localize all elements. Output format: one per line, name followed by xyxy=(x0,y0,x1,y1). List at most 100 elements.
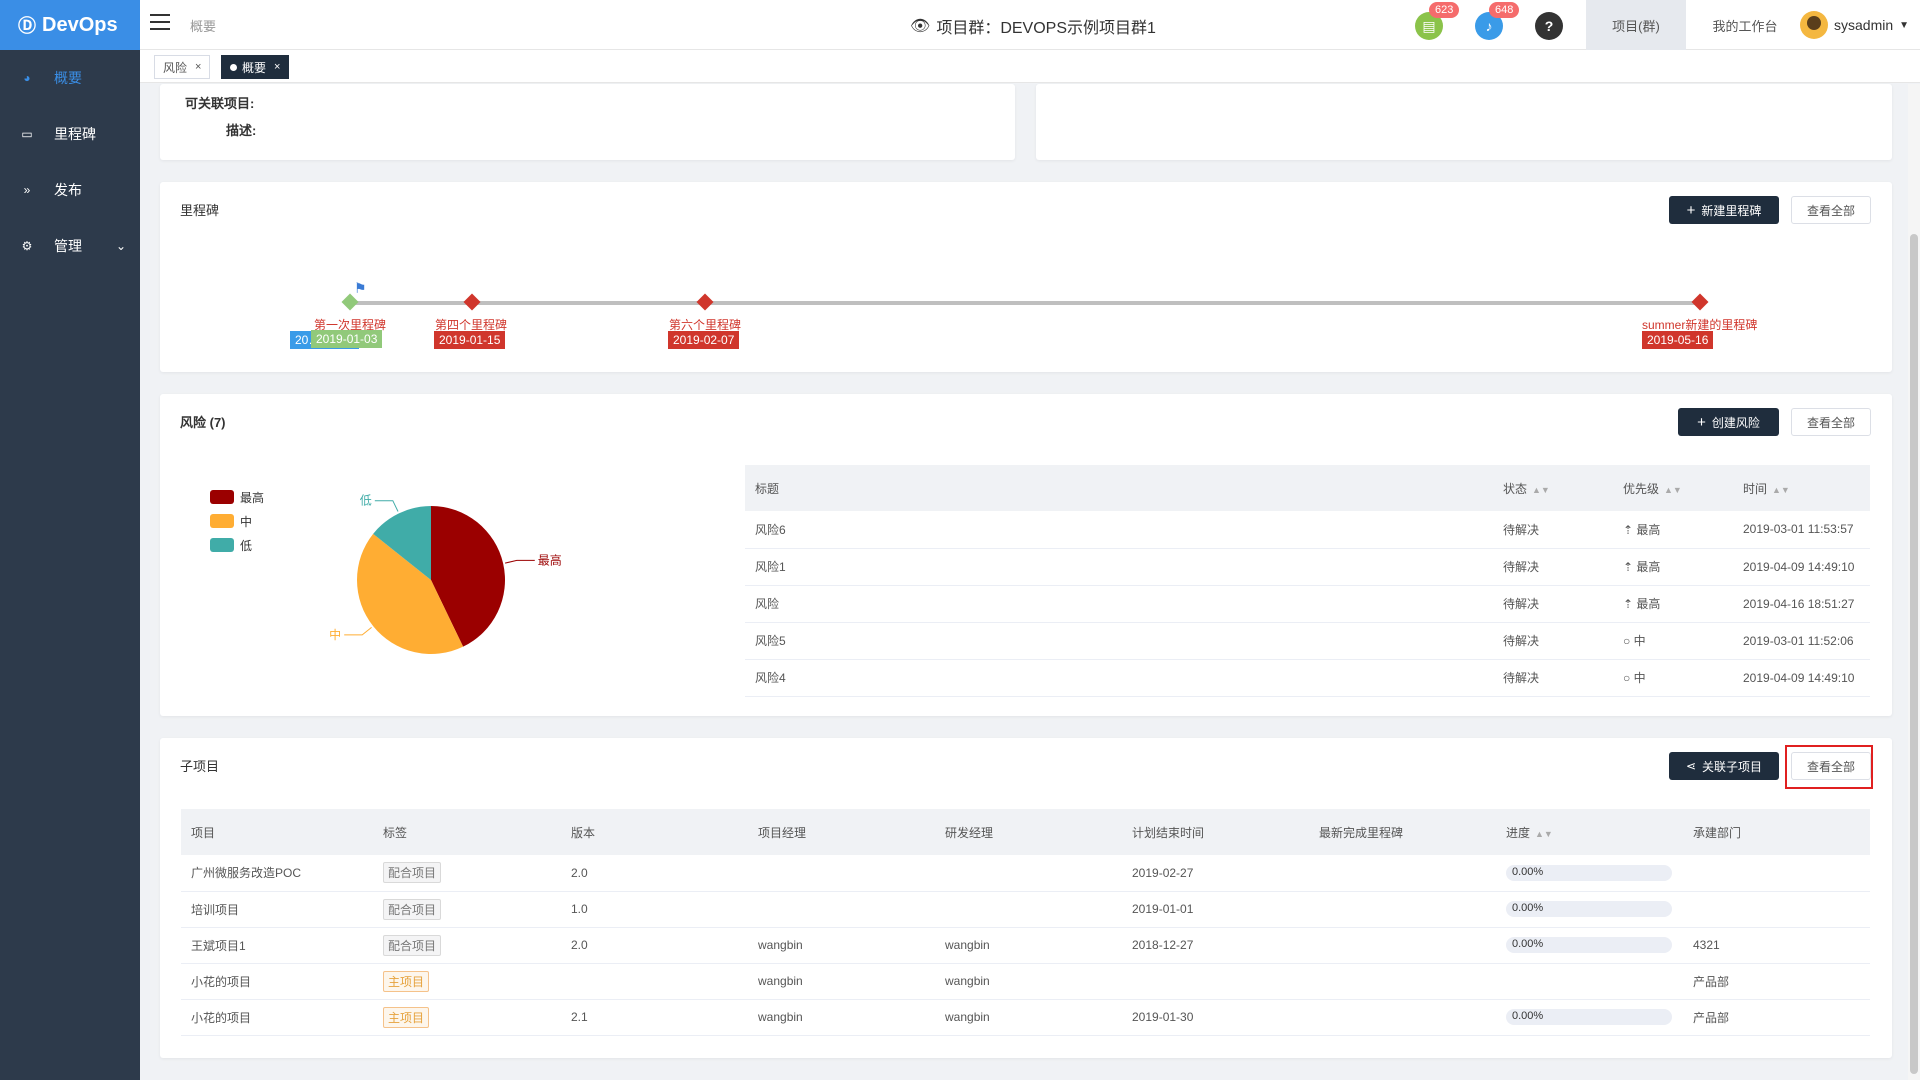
project-name-cell[interactable]: 王斌项目1 xyxy=(181,927,373,964)
progress-cell: 0.00% xyxy=(1496,891,1683,928)
dept-cell: 4321 xyxy=(1683,927,1870,964)
tag-badge: 配合项目 xyxy=(383,862,442,884)
risk-title-cell[interactable]: 风险1 xyxy=(745,548,1493,586)
progress-bar: 0.00% xyxy=(1506,1009,1672,1025)
milestone-cell xyxy=(1309,999,1496,1036)
risk-priority-cell: ○ 中 xyxy=(1613,659,1733,697)
progress-cell: 0.00% xyxy=(1496,855,1683,892)
user-menu[interactable]: sysadmin ▼ xyxy=(1800,11,1909,39)
legend-item[interactable]: 中 xyxy=(210,509,264,533)
milestone-title: 里程碑 xyxy=(180,203,220,218)
risk-title-cell[interactable]: 风险6 xyxy=(745,511,1493,549)
column-header-progress[interactable]: 进度 ▲▼ xyxy=(1496,809,1683,855)
dm-cell: wangbin xyxy=(935,999,1122,1036)
circle-icon: ○ xyxy=(1623,634,1634,648)
username: sysadmin xyxy=(1834,17,1894,33)
risk-title-cell[interactable]: 风险 xyxy=(745,585,1493,623)
table-row[interactable]: 风险 待解决 ⇡ 最高 2019-04-16 18:51:27 xyxy=(745,585,1870,623)
menu-toggle-icon[interactable] xyxy=(150,14,170,34)
dept-cell: 产品部 xyxy=(1683,963,1870,1000)
table-row[interactable]: 小花的项目 主项目 2.1 wangbin wangbin 2019-01-30… xyxy=(181,999,1870,1036)
view-all-milestones-button[interactable]: 查看全部 xyxy=(1791,196,1871,224)
column-header-priority[interactable]: 优先级 ▲▼ xyxy=(1613,465,1733,511)
help-icon[interactable]: ? xyxy=(1535,12,1563,40)
table-row[interactable]: 王斌项目1 配合项目 2.0 wangbin wangbin 2018-12-2… xyxy=(181,927,1870,964)
doc-count-badge: 623 xyxy=(1429,2,1460,18)
share-icon: ⋖ xyxy=(1685,759,1697,773)
link-subproject-button[interactable]: ⋖ 关联子项目 xyxy=(1669,752,1779,780)
subproject-title: 子项目 xyxy=(180,759,220,774)
pm-cell: wangbin xyxy=(748,999,935,1036)
dm-cell xyxy=(935,855,1122,892)
project-name-cell[interactable]: 培训项目 xyxy=(181,891,373,928)
milestone-cell xyxy=(1309,891,1496,928)
sidebar-item-release[interactable]: » 发布 xyxy=(0,162,140,218)
arrow-up-icon: ⇡ xyxy=(1623,597,1637,611)
brand-logo[interactable]: Ⓓ DevOps xyxy=(0,0,140,50)
tab-project-group[interactable]: 项目(群) xyxy=(1586,0,1686,50)
legend-swatch xyxy=(210,538,234,552)
bell-icon[interactable]: ♪ 648 xyxy=(1475,2,1520,40)
chevron-down-icon: ⌄ xyxy=(115,239,126,253)
risk-priority-cell: ⇡ 最高 xyxy=(1613,511,1733,549)
close-icon[interactable]: × xyxy=(274,61,280,73)
page-scrollbar[interactable] xyxy=(1908,84,1920,1080)
risk-title-cell[interactable]: 风险5 xyxy=(745,622,1493,660)
table-row[interactable]: 小花的项目 主项目 wangbin wangbin 产品部 xyxy=(181,963,1870,1000)
risk-title-cell[interactable]: 风险4 xyxy=(745,659,1493,697)
sort-icon: ▲▼ xyxy=(1532,484,1550,495)
table-row[interactable]: 风险5 待解决 ○ 中 2019-03-01 11:52:06 xyxy=(745,622,1870,660)
tag-cell: 配合项目 xyxy=(373,891,561,928)
table-row[interactable]: 广州微服务改造POC 配合项目 2.0 2019-02-27 0.00% xyxy=(181,855,1870,892)
table-row[interactable]: 风险4 待解决 ○ 中 2019-04-09 14:49:10 xyxy=(745,659,1870,697)
description-label: 描述: xyxy=(226,123,257,138)
project-name-cell[interactable]: 广州微服务改造POC xyxy=(181,855,373,892)
progress-cell: 0.00% xyxy=(1496,927,1683,964)
sidebar-item-milestones[interactable]: ▭ 里程碑 xyxy=(0,106,140,162)
new-milestone-button[interactable]: + 新建里程碑 xyxy=(1669,196,1779,224)
risk-chart-legend: 最高 中 低 xyxy=(210,485,264,557)
sort-icon: ▲▼ xyxy=(1535,828,1553,839)
legend-item[interactable]: 低 xyxy=(210,533,264,557)
project-info-card: 可关联项目: 描述: xyxy=(160,84,1015,160)
table-row[interactable]: 风险6 待解决 ⇡ 最高 2019-03-01 11:53:57 xyxy=(745,511,1870,549)
todo-doc-icon[interactable]: ▤ 623 xyxy=(1415,2,1460,40)
arrow-up-icon: ⇡ xyxy=(1623,560,1637,574)
highlight-box xyxy=(1785,745,1873,789)
progress-bar: 0.00% xyxy=(1506,864,1672,881)
legend-item[interactable]: 最高 xyxy=(210,485,264,509)
sidebar-nav: ◕ 概要 ▭ 里程碑 » 发布 ⚙ 管理 ⌄ xyxy=(0,50,140,274)
risk-priority-cell: ⇡ 最高 xyxy=(1613,585,1733,623)
project-name-cell[interactable]: 小花的项目 xyxy=(181,999,373,1036)
risk-time-cell: 2019-04-09 14:49:10 xyxy=(1733,548,1870,586)
dm-cell xyxy=(935,891,1122,928)
risk-pie-chart: 最高中 低 xyxy=(329,494,562,654)
sidebar-item-manage[interactable]: ⚙ 管理 ⌄ xyxy=(0,218,140,274)
create-risk-button[interactable]: + 创建风险 xyxy=(1678,408,1779,436)
column-header-time[interactable]: 时间 ▲▼ xyxy=(1733,465,1870,511)
close-icon[interactable]: × xyxy=(195,61,201,73)
sidebar-item-label: 概要 xyxy=(54,70,82,86)
sidebar-item-overview[interactable]: ◕ 概要 xyxy=(0,50,140,106)
column-header-status[interactable]: 状态 ▲▼ xyxy=(1493,465,1613,511)
subproject-table: 项目 标签 版本 项目经理 研发经理 计划结束时间 最新完成里程碑 进度 ▲▼ 承… xyxy=(181,809,1870,1036)
milestone-date: 2019-01-03 xyxy=(311,330,383,348)
column-header: 版本 xyxy=(561,809,748,855)
tab-my-workbench[interactable]: 我的工作台 xyxy=(1700,0,1790,50)
caret-down-icon: ▼ xyxy=(1899,19,1910,31)
risk-status-cell: 待解决 xyxy=(1493,585,1613,623)
tag-cell: 配合项目 xyxy=(373,927,561,964)
project-name-cell[interactable]: 小花的项目 xyxy=(181,963,373,1000)
table-row[interactable]: 风险1 待解决 ⇡ 最高 2019-04-09 14:49:10 xyxy=(745,548,1870,586)
table-row[interactable]: 培训项目 配合项目 1.0 2019-01-01 0.00% xyxy=(181,891,1870,928)
tag-badge: 配合项目 xyxy=(383,934,442,956)
tag-cell: 配合项目 xyxy=(373,855,561,892)
view-all-risks-button[interactable]: 查看全部 xyxy=(1791,408,1871,436)
column-header: 标签 xyxy=(373,809,561,855)
end-date-cell xyxy=(1122,963,1309,1000)
scrollbar-thumb[interactable] xyxy=(1910,234,1918,1074)
milestone-date: 2019-01-15 xyxy=(434,331,506,349)
dm-cell: wangbin xyxy=(935,927,1122,964)
page-tab-overview[interactable]: 概要 × xyxy=(221,55,290,79)
page-tab-risk[interactable]: 风险 × xyxy=(154,55,211,79)
